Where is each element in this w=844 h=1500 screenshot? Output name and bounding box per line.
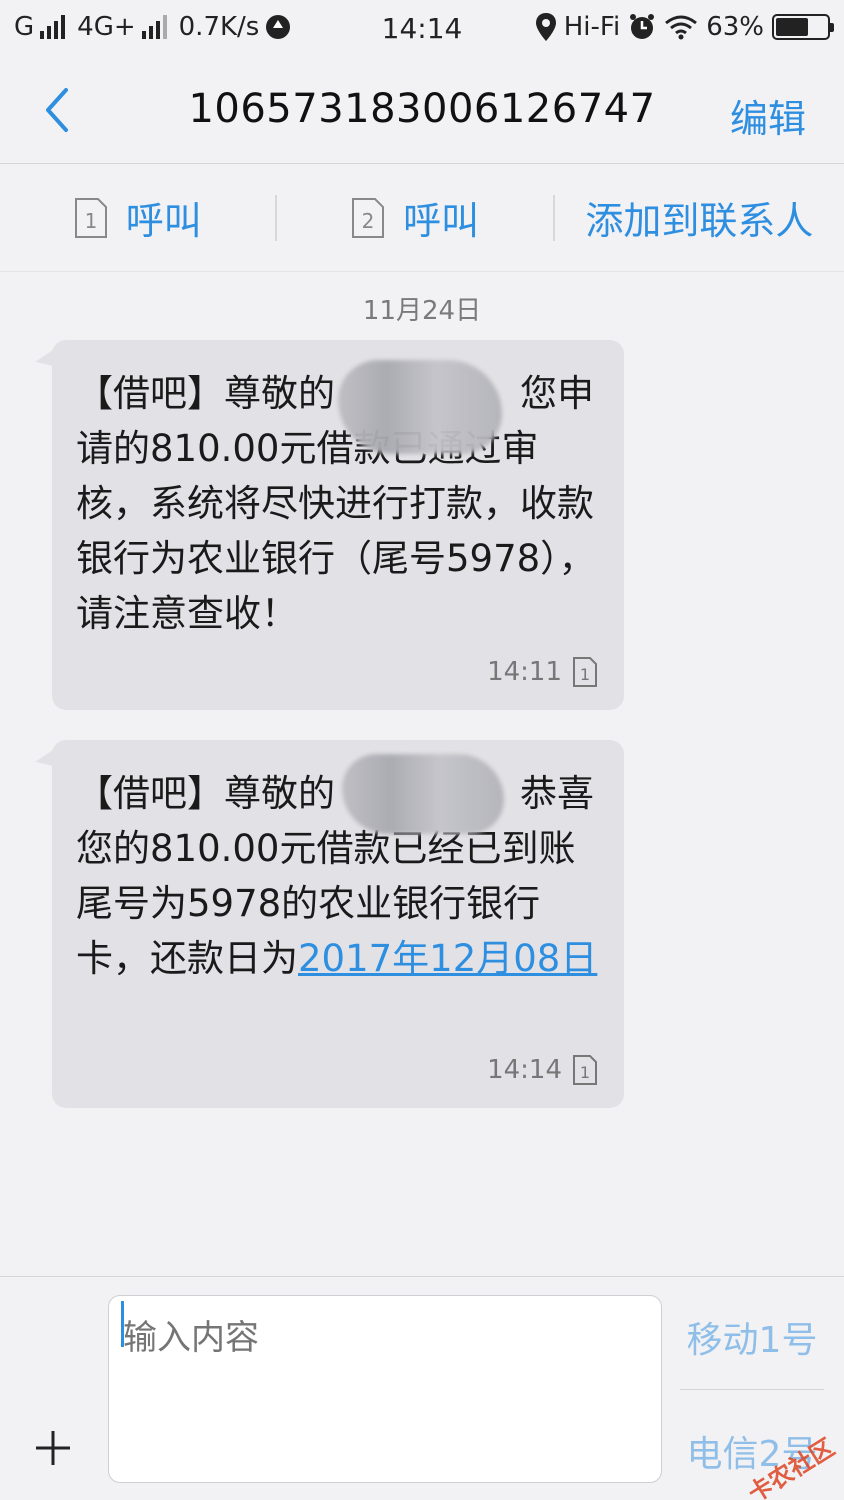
date-link[interactable]: 2017年12月08日: [298, 937, 597, 980]
text-caret: [121, 1301, 124, 1347]
date-separator: 11月24日: [362, 296, 482, 326]
hifi-label: Hi-Fi: [563, 12, 621, 42]
call-sim2-button[interactable]: 2 呼叫: [277, 164, 552, 271]
composer: 移动1号 电信2号 卡农社区: [0, 1276, 844, 1500]
add-contact-button[interactable]: 添加到联系人: [555, 164, 844, 271]
battery-fill: [776, 18, 808, 36]
message-text: 【借吧】尊敬的 恭喜您的810.00元借款已经已到账尾号为5978的农业银行银行…: [76, 766, 598, 986]
sim1-number: 1: [84, 209, 97, 233]
sim-card-icon: 2: [352, 197, 385, 238]
call-sim1-label: 呼叫: [125, 199, 202, 243]
battery-icon: [772, 14, 834, 40]
action-row: 1 呼叫 2 呼叫 添加到联系人: [0, 164, 844, 272]
sim-card-icon: 1: [573, 657, 597, 687]
battery-percent: 63%: [706, 12, 764, 42]
call-sim2-label: 呼叫: [403, 199, 480, 243]
message-meta: 14:14 1: [487, 1054, 598, 1086]
message-bubble[interactable]: 【借吧】尊敬的 您申请的810.00元借款已通过审核，系统将尽快进行打款，收款银…: [52, 340, 624, 710]
sim-card-icon: 1: [74, 197, 107, 238]
message-time: 14:14: [487, 1055, 562, 1085]
redacted-name: [338, 360, 502, 454]
alarm-icon: [630, 14, 655, 39]
location-icon: [535, 13, 556, 41]
divider: [680, 1389, 824, 1390]
message-input[interactable]: [108, 1295, 662, 1483]
status-right: Hi-Fi 63%: [535, 12, 834, 42]
plus-icon[interactable]: [32, 1427, 74, 1469]
wifi-icon: [665, 15, 698, 40]
send-sim1-button[interactable]: 移动1号: [680, 1311, 824, 1363]
svg-text:1: 1: [580, 1063, 590, 1082]
svg-text:1: 1: [580, 665, 590, 684]
message-text: 【借吧】尊敬的 您申请的810.00元借款已通过审核，系统将尽快进行打款，收款银…: [76, 372, 596, 635]
sim-card-icon: 1: [573, 1055, 597, 1085]
message-bubble[interactable]: 【借吧】尊敬的 恭喜您的810.00元借款已经已到账尾号为5978的农业银行银行…: [52, 740, 624, 1108]
edit-button[interactable]: 编辑: [730, 88, 806, 143]
page-title: 10657318300612674​7: [188, 86, 656, 132]
nav-bar: 10657318300612674​7 编辑: [0, 58, 844, 164]
sim2-number: 2: [362, 209, 375, 233]
message-time: 14:11: [487, 657, 562, 687]
call-sim1-button[interactable]: 1 呼叫: [0, 164, 275, 271]
message-meta: 14:11 1: [487, 656, 598, 688]
redacted-name: [342, 754, 504, 834]
status-bar: G 4G+ 0.7K/s 14:14 Hi-Fi 63%: [0, 0, 844, 58]
